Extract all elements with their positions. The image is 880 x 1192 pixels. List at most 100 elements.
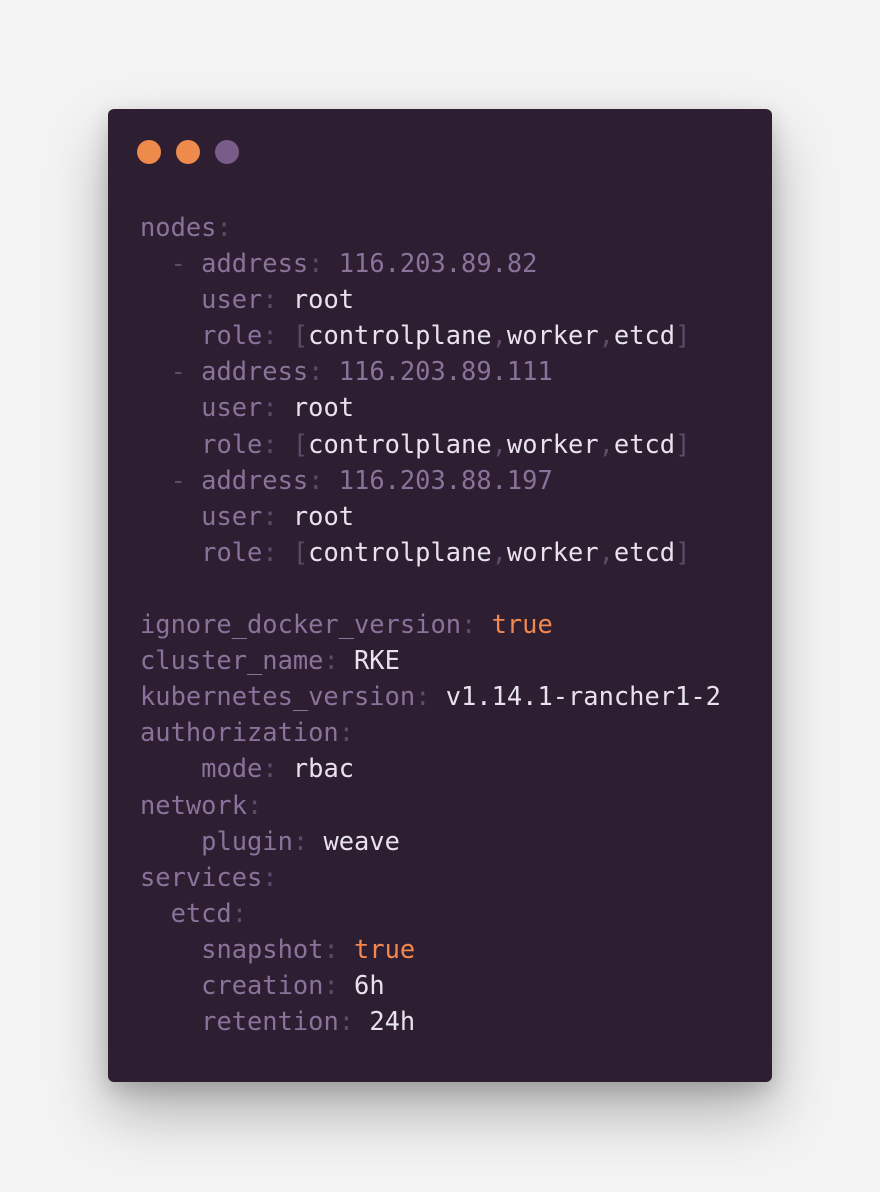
code-line: mode: rbac <box>140 750 721 786</box>
code-line: etcd: <box>140 895 721 931</box>
code-token-punct: : <box>323 969 355 1000</box>
code-token-punct: : <box>216 212 232 242</box>
code-token-key: snapshot <box>201 933 324 964</box>
code-token-punct: : <box>262 861 278 892</box>
code-token-key: ignore_docker_version <box>140 609 462 640</box>
code-token-punct: : <box>262 392 293 423</box>
code-token-key: authorization <box>140 717 339 748</box>
code-token-key: creation <box>201 969 324 1000</box>
code-token-val: worker <box>506 536 599 567</box>
code-token-punct: : [ <box>262 428 309 459</box>
code-token-punct: : <box>247 789 263 820</box>
code-token-punct: : <box>262 284 293 315</box>
code-line: cluster_name: RKE <box>140 642 721 678</box>
code-line: retention: 24h <box>140 1003 721 1039</box>
code-token-punct <box>140 284 201 314</box>
code-token-punct: - <box>140 248 202 279</box>
code-token-key: 116.203.89.111 <box>338 356 553 387</box>
code-token-punct <box>140 934 201 964</box>
code-token-punct <box>140 970 201 1000</box>
code-token-punct: : <box>292 825 324 856</box>
code-line: role: [controlplane,worker,etcd] <box>140 534 721 570</box>
code-line: user: root <box>140 281 721 317</box>
code-token-val: worker <box>506 320 599 351</box>
code-window: nodes: - address: 116.203.89.82 user: ro… <box>108 109 772 1082</box>
code-token-punct: , <box>598 536 614 567</box>
code-token-punct: , <box>491 536 507 567</box>
code-token-punct: ] <box>675 428 691 459</box>
code-token-punct: : <box>308 464 339 495</box>
code-token-punct <box>140 501 201 531</box>
code-token-punct: : <box>323 645 355 676</box>
code-token-val: root <box>292 284 355 315</box>
code-token-punct <box>140 1006 201 1036</box>
code-line: ignore_docker_version: true <box>140 606 721 642</box>
code-line: - address: 116.203.88.197 <box>140 462 721 498</box>
code-token-punct: : <box>338 1006 370 1037</box>
code-token-punct: : <box>308 248 339 279</box>
code-line: - address: 116.203.89.111 <box>140 353 721 389</box>
code-token-key: address <box>201 464 309 495</box>
code-token-bool: true <box>491 609 553 640</box>
code-token-val: controlplane <box>308 428 492 459</box>
code-line: plugin: weave <box>140 823 721 859</box>
code-token-key: role <box>201 536 263 567</box>
code-token-val: root <box>292 392 355 423</box>
code-token-punct: , <box>598 428 614 459</box>
code-token-punct: : <box>415 681 446 712</box>
code-token-key: address <box>201 248 309 279</box>
code-token-punct <box>140 898 171 928</box>
code-line: kubernetes_version: v1.14.1-rancher1-2 <box>140 678 721 714</box>
code-token-val: etcd <box>613 320 676 351</box>
code-line: services: <box>140 859 721 895</box>
code-token-punct: : <box>338 717 355 748</box>
code-block: nodes: - address: 116.203.89.82 user: ro… <box>140 209 721 1039</box>
code-token-key: role <box>201 428 263 459</box>
code-token-punct: , <box>491 428 507 459</box>
code-line: snapshot: true <box>140 931 721 967</box>
code-token-val: rbac <box>292 753 355 784</box>
code-line: nodes: <box>140 209 721 245</box>
code-token-key: 116.203.88.197 <box>338 464 553 495</box>
code-token-key: user <box>201 392 263 423</box>
code-token-val: weave <box>323 825 400 856</box>
code-line: creation: 6h <box>140 967 721 1003</box>
code-token-punct: : <box>308 356 339 387</box>
code-token-key: services <box>140 861 263 892</box>
code-token-key: kubernetes_version <box>140 681 416 712</box>
code-token-key: mode <box>201 753 263 784</box>
code-token-key: user <box>201 500 263 531</box>
code-token-punct: : [ <box>262 536 309 567</box>
code-token-key: address <box>201 356 309 387</box>
code-token-key: cluster_name <box>140 645 324 676</box>
minimize-dot-icon[interactable] <box>176 140 200 164</box>
code-token-punct <box>140 537 201 567</box>
code-token-punct: : <box>262 500 293 531</box>
code-token-punct: - <box>140 464 202 495</box>
code-token-val: controlplane <box>308 536 492 567</box>
code-token-punct: ] <box>675 536 691 567</box>
code-token-key: 116.203.89.82 <box>338 248 538 279</box>
code-token-punct <box>140 392 201 422</box>
code-token-val: root <box>292 500 355 531</box>
code-token-key: plugin <box>201 825 293 856</box>
code-line: role: [controlplane,worker,etcd] <box>140 426 721 462</box>
code-token-punct <box>140 753 201 783</box>
zoom-dot-icon[interactable] <box>215 140 239 164</box>
code-token-key: retention <box>201 1006 339 1037</box>
code-token-punct: ] <box>675 320 691 351</box>
code-token-punct: : <box>231 897 248 928</box>
code-token-punct: , <box>598 320 614 351</box>
code-token-punct <box>140 429 201 459</box>
code-token-val: etcd <box>613 428 676 459</box>
code-token-val: etcd <box>613 536 676 567</box>
close-dot-icon[interactable] <box>137 140 161 164</box>
code-token-punct: : <box>262 753 293 784</box>
code-token-punct: : [ <box>262 320 309 351</box>
code-token-val: controlplane <box>308 320 492 351</box>
code-token-key: etcd <box>170 897 232 928</box>
code-token-val: worker <box>506 428 599 459</box>
code-token-key: nodes <box>140 212 217 242</box>
code-token-val: v1.14.1-rancher1-2 <box>445 681 721 712</box>
